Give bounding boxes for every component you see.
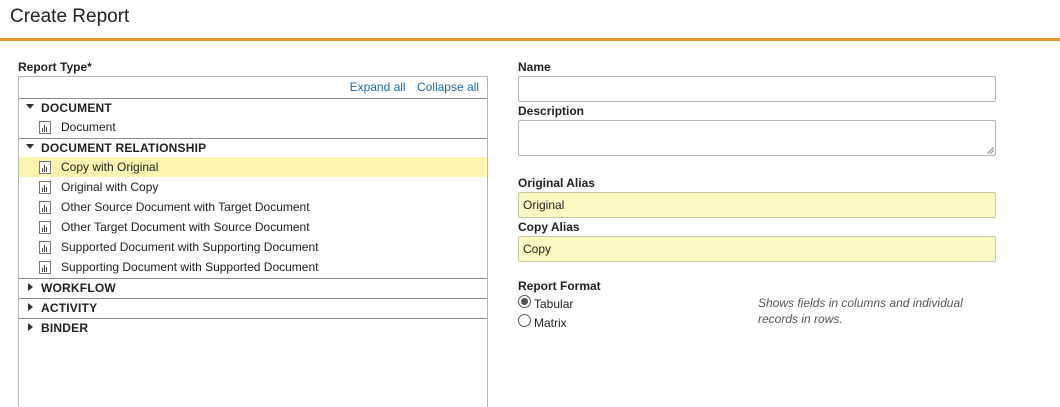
expand-all-link[interactable]: Expand all bbox=[350, 80, 406, 94]
caret-down-icon[interactable] bbox=[26, 104, 34, 109]
report-icon bbox=[39, 261, 51, 274]
tree-item-other-target-with-source[interactable]: Other Target Document with Source Docume… bbox=[19, 217, 487, 237]
report-icon bbox=[39, 221, 51, 234]
tree-item-other-source-with-target[interactable]: Other Source Document with Target Docume… bbox=[19, 197, 487, 217]
tree-item-label: Other Source Document with Target Docume… bbox=[61, 200, 310, 214]
description-textarea[interactable] bbox=[518, 120, 996, 156]
collapse-all-link[interactable]: Collapse all bbox=[417, 80, 479, 94]
tree-item-label: Other Target Document with Source Docume… bbox=[61, 220, 310, 234]
matrix-radio[interactable] bbox=[518, 314, 531, 327]
matrix-radio-label[interactable]: Matrix bbox=[534, 316, 567, 330]
tree-item-label: Supporting Document with Supported Docum… bbox=[61, 260, 319, 274]
report-type-tree: Expand all Collapse all DOCUMENT Documen… bbox=[18, 76, 488, 407]
page-header: Create Report bbox=[0, 0, 1060, 41]
tree-item-supported-with-supporting[interactable]: Supported Document with Supporting Docum… bbox=[19, 237, 487, 257]
tree-group-label: WORKFLOW bbox=[41, 281, 116, 295]
caret-right-icon[interactable] bbox=[28, 303, 33, 311]
tabular-radio-label[interactable]: Tabular bbox=[534, 297, 573, 311]
tree-controls: Expand all Collapse all bbox=[342, 80, 479, 94]
tree-item-supporting-with-supported[interactable]: Supporting Document with Supported Docum… bbox=[19, 257, 487, 277]
original-alias-input[interactable]: Original bbox=[518, 192, 996, 218]
tree-group-label: DOCUMENT RELATIONSHIP bbox=[41, 141, 207, 155]
report-icon bbox=[39, 241, 51, 254]
tabular-radio[interactable] bbox=[518, 295, 531, 308]
tree-group-label: DOCUMENT bbox=[41, 101, 112, 115]
tree-group-label: BINDER bbox=[41, 321, 89, 335]
caret-right-icon[interactable] bbox=[28, 323, 33, 331]
tree-group-document-relationship[interactable]: DOCUMENT RELATIONSHIP bbox=[19, 138, 487, 158]
description-label: Description bbox=[518, 104, 585, 118]
tree-item-label: Document bbox=[61, 120, 116, 134]
tree-item-label: Copy with Original bbox=[61, 160, 159, 174]
name-input[interactable] bbox=[518, 76, 996, 102]
page-title: Create Report bbox=[10, 6, 130, 27]
tree-item-label: Original with Copy bbox=[61, 180, 159, 194]
report-icon bbox=[39, 161, 51, 174]
report-icon bbox=[39, 181, 51, 194]
tree-group-workflow[interactable]: WORKFLOW bbox=[19, 278, 487, 298]
resize-handle-icon[interactable] bbox=[987, 147, 994, 154]
name-label: Name bbox=[518, 60, 551, 74]
report-format-label: Report Format bbox=[518, 279, 601, 293]
tree-group-binder[interactable]: BINDER bbox=[19, 318, 487, 338]
caret-down-icon[interactable] bbox=[26, 144, 34, 149]
report-icon bbox=[39, 201, 51, 214]
tree-group-label: ACTIVITY bbox=[41, 301, 98, 315]
tree-group-document[interactable]: DOCUMENT bbox=[19, 98, 487, 118]
report-type-label: Report Type* bbox=[18, 60, 92, 74]
tree-group-activity[interactable]: ACTIVITY bbox=[19, 298, 487, 318]
tree-item-copy-with-original[interactable]: Copy with Original bbox=[19, 157, 487, 177]
original-alias-label: Original Alias bbox=[518, 176, 595, 190]
original-alias-value: Original bbox=[523, 198, 565, 212]
copy-alias-input[interactable]: Copy bbox=[518, 236, 996, 262]
copy-alias-label: Copy Alias bbox=[518, 220, 580, 234]
format-hint: Shows fields in columns and individual r… bbox=[758, 296, 963, 326]
copy-alias-value: Copy bbox=[523, 242, 552, 256]
caret-right-icon[interactable] bbox=[28, 283, 33, 291]
report-icon bbox=[39, 121, 51, 134]
tree-item-original-with-copy[interactable]: Original with Copy bbox=[19, 177, 487, 197]
tree-item-label: Supported Document with Supporting Docum… bbox=[61, 240, 319, 254]
tree-item-document[interactable]: Document bbox=[19, 117, 487, 137]
